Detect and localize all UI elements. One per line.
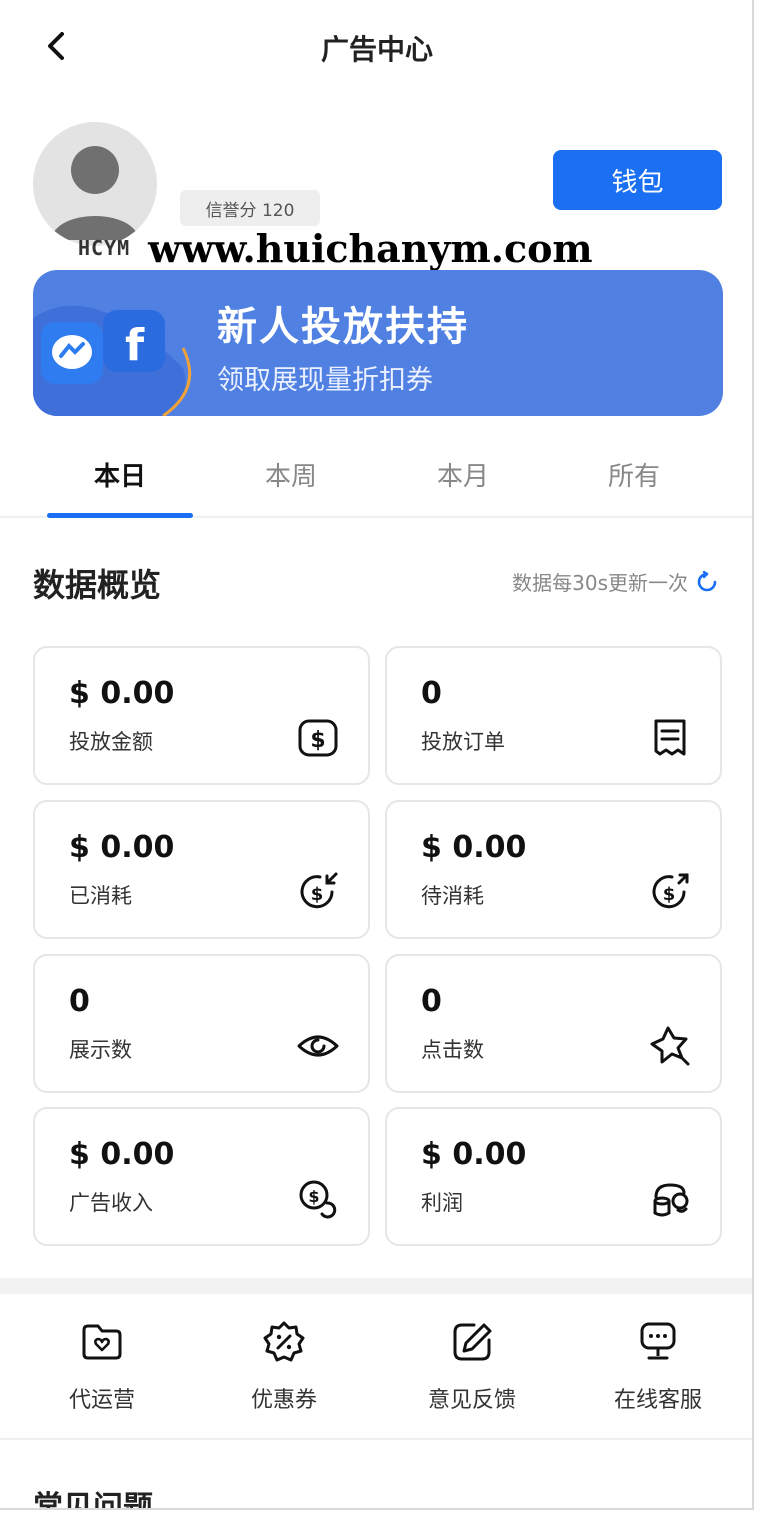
banner-heading: 新人投放扶持 <box>217 304 469 350</box>
stat-label: 利润 <box>421 1191 463 1215</box>
tab-all[interactable]: 所有 <box>561 456 707 493</box>
period-tabs: 本日 本周 本月 所有 <box>0 438 752 518</box>
tab-week[interactable]: 本周 <box>218 456 364 493</box>
faq-title: 常见问题 <box>33 1490 153 1510</box>
quick-action-managed-ops[interactable]: 代运营 <box>8 1316 196 1426</box>
eye-icon <box>297 1035 339 1057</box>
folder-heart-icon <box>82 1324 122 1360</box>
watermark-url: www.huichanym.com <box>148 225 593 271</box>
section-divider <box>0 1278 752 1294</box>
stat-card-pending[interactable]: $ 0.00 待消耗 $ <box>385 800 722 939</box>
quick-action-label: 代运营 <box>68 1388 135 1413</box>
stat-card-spend-amount[interactable]: $ 0.00 投放金额 $ <box>33 646 370 785</box>
stat-value: $ 0.00 <box>69 830 175 865</box>
quick-action-feedback[interactable]: 意见反馈 <box>378 1316 566 1426</box>
tab-today[interactable]: 本日 <box>47 456 193 493</box>
chat-monitor-icon <box>640 1322 676 1360</box>
stat-value: $ 0.00 <box>69 676 175 711</box>
section-divider-thin <box>0 1438 752 1440</box>
receipt-icon <box>654 719 686 756</box>
stat-card-impressions[interactable]: 0 展示数 <box>33 954 370 1093</box>
svg-text:$: $ <box>663 884 676 905</box>
watermark: HCYM www.huichanym.com <box>78 225 593 271</box>
edit-pen-icon <box>453 1323 492 1361</box>
stat-card-consumed[interactable]: $ 0.00 已消耗 $ <box>33 800 370 939</box>
quick-action-online-support[interactable]: 在线客服 <box>564 1316 752 1426</box>
stat-label: 已消耗 <box>69 884 132 908</box>
stat-card-clicks[interactable]: 0 点击数 <box>385 954 722 1093</box>
dollar-in-icon: $ <box>300 872 338 909</box>
stat-label: 点击数 <box>421 1038 484 1062</box>
stat-card-profit[interactable]: $ 0.00 利润 <box>385 1107 722 1246</box>
svg-text:$: $ <box>310 728 325 753</box>
stat-value: $ 0.00 <box>69 1137 175 1172</box>
banner-subheading: 领取展现量折扣券 <box>217 365 433 396</box>
stat-value: 0 <box>421 676 442 711</box>
app-frame: 广告中心 信誉分 120 钱包 HCYM www.huichanym.com f… <box>0 0 754 1510</box>
quick-action-label: 在线客服 <box>613 1388 702 1413</box>
overview-title: 数据概览 <box>33 566 162 604</box>
stat-value: $ 0.00 <box>421 1137 527 1172</box>
tab-active-indicator <box>47 513 193 518</box>
click-star-icon <box>650 1026 690 1066</box>
stat-label: 待消耗 <box>421 884 484 908</box>
top-bar: 广告中心 <box>0 0 752 92</box>
update-note-text: 数据每30s更新一次 <box>512 571 688 595</box>
dollar-box-icon: $ <box>298 719 338 757</box>
social-app-icons: f <box>33 305 192 416</box>
coin-icon: $ <box>299 1180 337 1219</box>
quick-action-coupons[interactable]: 优惠券 <box>190 1316 378 1426</box>
promo-banner[interactable]: f 新人投放扶持 领取展现量折扣券 <box>33 270 723 416</box>
stat-value: $ 0.00 <box>421 830 527 865</box>
quick-action-label: 意见反馈 <box>427 1388 516 1413</box>
coin-stack-icon <box>653 1183 689 1217</box>
dollar-out-icon: $ <box>652 873 689 909</box>
page-title: 广告中心 <box>320 33 433 66</box>
tab-month[interactable]: 本月 <box>390 456 536 493</box>
credit-score-badge: 信誉分 120 <box>180 190 320 226</box>
discount-badge-icon <box>263 1321 305 1362</box>
stat-card-orders[interactable]: 0 投放订单 <box>385 646 722 785</box>
svg-text:$: $ <box>308 1187 319 1206</box>
watermark-logo: HCYM <box>78 236 131 260</box>
quick-action-label: 优惠券 <box>250 1388 317 1413</box>
stat-label: 投放订单 <box>421 730 505 754</box>
update-note[interactable]: 数据每30s更新一次 <box>512 567 718 596</box>
stat-value: 0 <box>421 984 442 1019</box>
refresh-icon[interactable] <box>696 570 718 593</box>
stat-label: 展示数 <box>69 1038 132 1062</box>
stat-card-ad-revenue[interactable]: $ 0.00 广告收入 $ <box>33 1107 370 1246</box>
stat-label: 广告收入 <box>69 1191 153 1215</box>
wallet-button[interactable]: 钱包 <box>553 150 722 210</box>
svg-text:f: f <box>125 320 145 371</box>
svg-text:$: $ <box>311 884 324 905</box>
stat-value: 0 <box>69 984 90 1019</box>
stat-label: 投放金额 <box>69 730 153 754</box>
